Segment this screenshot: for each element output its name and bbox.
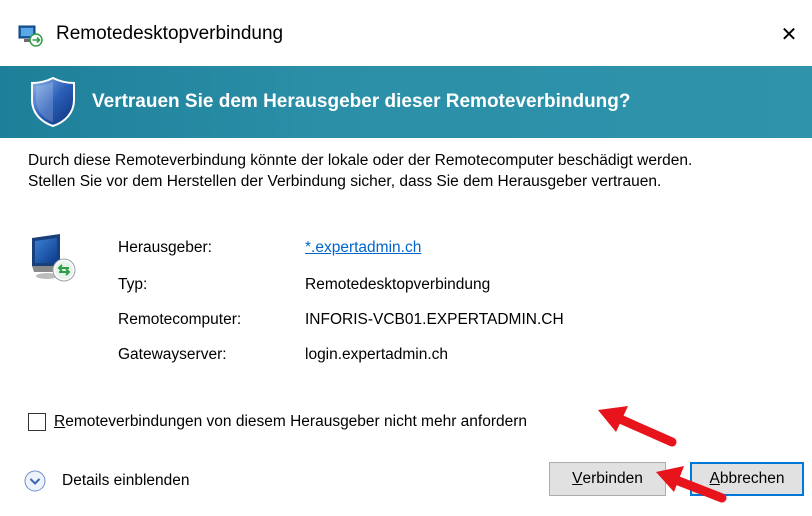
annotation-arrow-checkbox [598, 406, 677, 447]
type-value: Remotedesktopverbindung [305, 276, 491, 293]
dont-ask-again-option[interactable]: Remoteverbindungen von diesem Herausgebe… [28, 412, 527, 432]
type-label: Typ: [118, 276, 148, 293]
warning-description: Durch diese Remoteverbindung könnte der … [28, 150, 798, 192]
checkbox-label-text: emoteverbindungen von diesem Herausgeber… [65, 413, 528, 430]
publisher-link[interactable]: *.expertadmin.ch [305, 238, 421, 258]
accelerator-r: R [54, 413, 66, 430]
warning-banner: Vertrauen Sie dem Herausgeber dieser Rem… [0, 66, 812, 138]
connect-button[interactable]: Verbinden [549, 462, 666, 496]
details-toggle-label: Details einblenden [62, 472, 190, 489]
rdp-app-icon [18, 25, 43, 47]
description-line-1: Durch diese Remoteverbindung könnte der … [28, 152, 693, 169]
window-title: Remotedesktopverbindung [56, 23, 284, 44]
publisher-label: Herausgeber: [118, 239, 212, 256]
remote-computer-value: INFORIS-VCB01.EXPERTADMIN.CH [305, 311, 564, 328]
gateway-value: login.expertadmin.ch [305, 346, 449, 363]
annotation-arrow-connect [656, 466, 727, 503]
dont-ask-again-checkbox[interactable] [28, 413, 46, 431]
chevron-down-circle-icon[interactable] [24, 470, 46, 492]
banner-heading: Vertrauen Sie dem Herausgeber dieser Rem… [92, 91, 631, 112]
details-toggle[interactable]: Details einblenden [24, 470, 190, 492]
connect-accelerator: V [572, 470, 583, 487]
title-bar: Remotedesktopverbindung ✕ [0, 0, 812, 66]
close-icon: ✕ [780, 23, 798, 46]
shield-icon [31, 76, 75, 128]
close-button[interactable]: ✕ [766, 14, 812, 54]
connect-label: erbinden [582, 470, 643, 487]
remote-computer-label: Remotecomputer: [118, 311, 242, 328]
description-line-2: Stellen Sie vor dem Herstellen der Verbi… [28, 173, 662, 190]
dont-ask-again-label: Remoteverbindungen von diesem Herausgebe… [54, 412, 527, 432]
gateway-label: Gatewayserver: [118, 346, 227, 363]
remote-computer-icon [32, 234, 76, 282]
